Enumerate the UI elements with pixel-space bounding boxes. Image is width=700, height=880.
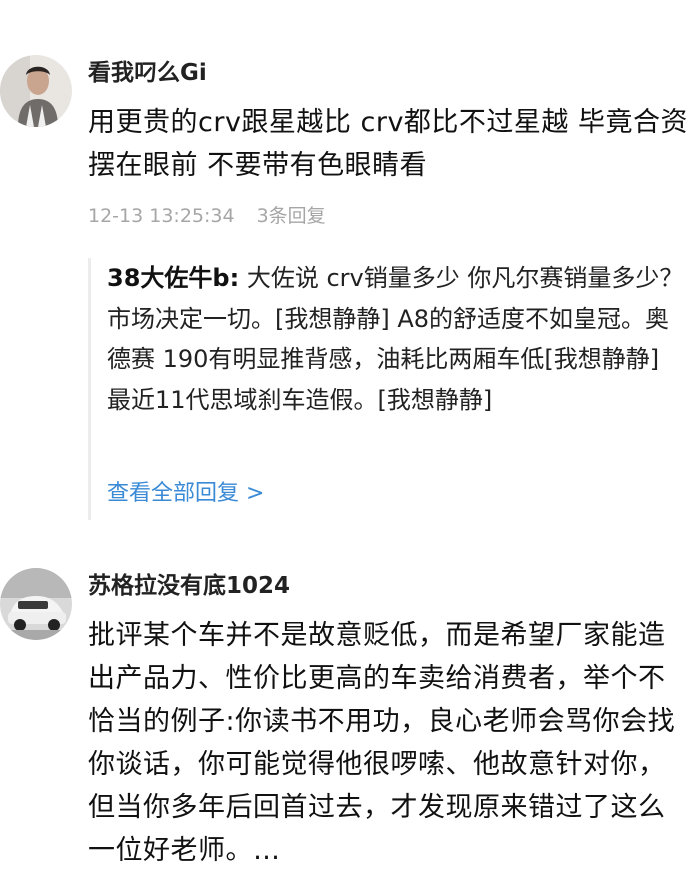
reply-preview: 38大佐牛b: 大佐说 crv销量多少 你凡尔赛销量多少？市场决定一切。[我想静… [88, 258, 691, 520]
avatar[interactable] [0, 568, 72, 640]
comment-text: 用更贵的crv跟星越比 crv都比不过星越 毕竟合资摆在眼前 不要带有色眼睛看 [88, 107, 689, 181]
view-all-replies-link[interactable]: 查看全部回复 > [107, 480, 264, 508]
comment-item: 看我叼么Gi 用更贵的crv跟星越比 crv都比不过星越 毕竟合资摆在眼前 不要… [0, 0, 700, 540]
avatar[interactable] [0, 55, 72, 127]
comment-item: 苏格拉没有底1024 批评某个车并不是故意贬低，而是希望厂家能造出产品力、性价比… [0, 540, 700, 880]
reply-text[interactable]: 38大佐牛b: 大佐说 crv销量多少 你凡尔赛销量多少？市场决定一切。[我想静… [107, 258, 685, 420]
username[interactable]: 看我叼么Gi [88, 58, 207, 88]
comment-meta: 12-13 13:25:34 3条回复 [88, 204, 348, 228]
reply-author[interactable]: 38大佐牛b: [107, 264, 239, 292]
user-photo-icon [0, 55, 72, 127]
reply-count[interactable]: 3条回复 [257, 205, 326, 227]
timestamp: 12-13 13:25:34 [88, 205, 235, 227]
comment-text: 批评某个车并不是故意贬低，而是希望厂家能造出产品力、性价比更高的车卖给消费者，举… [88, 620, 676, 866]
username[interactable]: 苏格拉没有底1024 [88, 571, 290, 601]
car-photo-icon [0, 568, 72, 640]
